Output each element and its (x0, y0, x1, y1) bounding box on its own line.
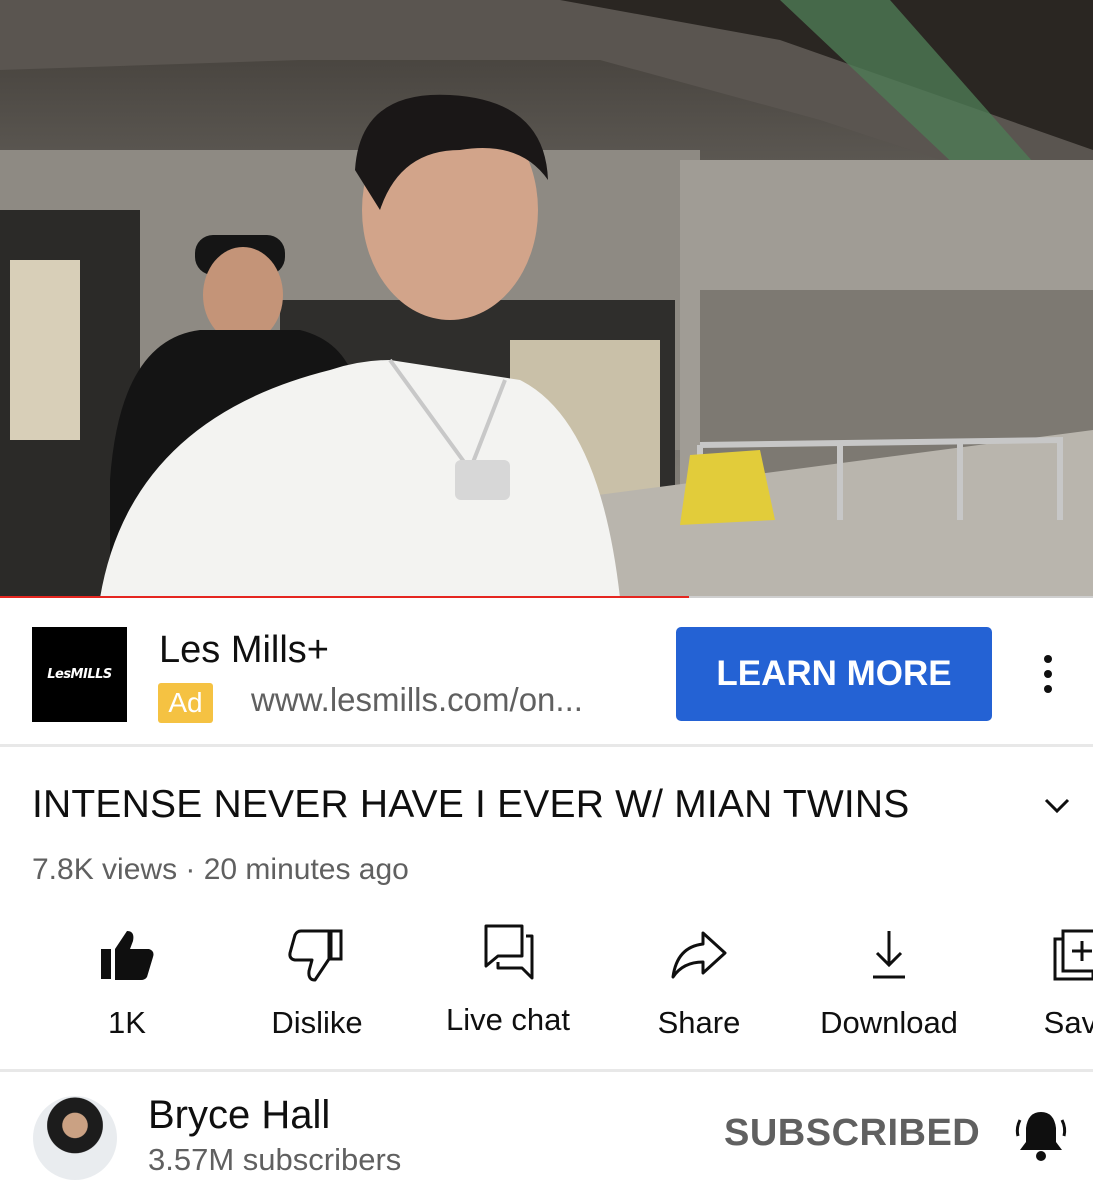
live-chat-icon (484, 924, 534, 980)
save-button[interactable]: Save (984, 925, 1093, 1045)
save-label: Save (1043, 1005, 1093, 1040)
more-vert-icon[interactable] (1030, 652, 1066, 696)
ad-logo: LesMILLS (32, 627, 127, 722)
thumbs-up-icon (101, 931, 154, 980)
avatar[interactable] (33, 1096, 117, 1180)
ad-badge: Ad (158, 683, 213, 723)
ad-title[interactable]: Les Mills+ (159, 629, 329, 672)
video-meta: 7.8K views · 20 minutes ago (32, 853, 409, 886)
learn-more-button[interactable]: LEARN MORE (676, 627, 992, 721)
share-icon (671, 931, 727, 979)
dislike-button[interactable]: Dislike (222, 925, 412, 1045)
share-label: Share (657, 1005, 741, 1040)
ad-row[interactable]: LesMILLS Les Mills+ Ad www.lesmills.com/… (0, 602, 1093, 744)
subscriber-count: 3.57M subscribers (148, 1142, 402, 1177)
like-button[interactable]: 1K (32, 925, 222, 1045)
save-icon (1053, 929, 1093, 981)
live-chat-button[interactable]: Live chat (413, 922, 603, 1042)
chevron-down-icon[interactable] (1040, 788, 1074, 822)
live-chat-label: Live chat (445, 1002, 571, 1037)
progress-bar[interactable] (0, 596, 1093, 598)
divider (0, 744, 1093, 747)
download-icon (873, 931, 905, 979)
channel-name[interactable]: Bryce Hall (148, 1093, 330, 1138)
thumbs-down-icon (288, 929, 343, 982)
download-button[interactable]: Download (794, 925, 984, 1045)
notification-bell-icon[interactable] (1014, 1106, 1068, 1164)
divider (0, 1069, 1093, 1072)
ad-logo-text: LesMILLS (47, 667, 112, 682)
download-label: Download (820, 1005, 958, 1040)
ad-url[interactable]: www.lesmills.com/on... (251, 681, 583, 719)
video-title[interactable]: INTENSE NEVER HAVE I EVER W/ MIAN TWINS (32, 783, 909, 827)
subscribed-button[interactable]: SUBSCRIBED (724, 1112, 980, 1155)
dislike-label: Dislike (271, 1005, 363, 1040)
video-frame (0, 0, 1093, 598)
progress-bar-fill (0, 596, 689, 598)
share-button[interactable]: Share (604, 925, 794, 1045)
video-player[interactable] (0, 0, 1093, 598)
like-count: 1K (108, 1005, 146, 1040)
